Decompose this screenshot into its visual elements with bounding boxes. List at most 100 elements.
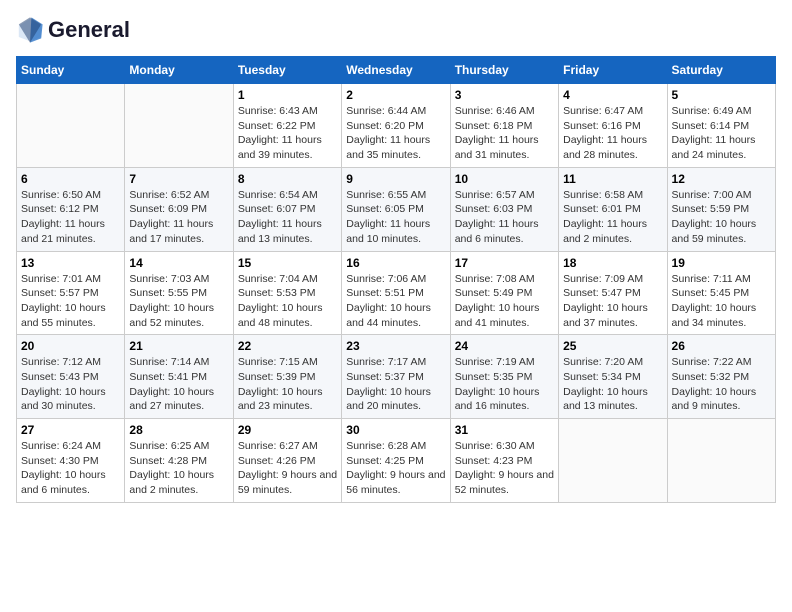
calendar-cell: 24 Sunrise: 7:19 AM Sunset: 5:35 PM Dayli… [450,335,558,419]
day-info: Sunrise: 6:43 AM Sunset: 6:22 PM Dayligh… [238,104,337,163]
day-info: Sunrise: 6:46 AM Sunset: 6:18 PM Dayligh… [455,104,554,163]
calendar-cell: 2 Sunrise: 6:44 AM Sunset: 6:20 PM Daylig… [342,84,450,168]
calendar-cell: 3 Sunrise: 6:46 AM Sunset: 6:18 PM Daylig… [450,84,558,168]
day-info: Sunrise: 6:28 AM Sunset: 4:25 PM Dayligh… [346,439,445,498]
day-number: 1 [238,88,337,102]
col-header-saturday: Saturday [667,57,775,84]
day-info: Sunrise: 7:15 AM Sunset: 5:39 PM Dayligh… [238,355,337,414]
calendar-cell: 13 Sunrise: 7:01 AM Sunset: 5:57 PM Dayli… [17,251,125,335]
day-info: Sunrise: 7:03 AM Sunset: 5:55 PM Dayligh… [129,272,228,331]
day-number: 15 [238,256,337,270]
day-info: Sunrise: 7:19 AM Sunset: 5:35 PM Dayligh… [455,355,554,414]
day-number: 16 [346,256,445,270]
day-info: Sunrise: 7:11 AM Sunset: 5:45 PM Dayligh… [672,272,771,331]
day-info: Sunrise: 7:06 AM Sunset: 5:51 PM Dayligh… [346,272,445,331]
calendar-cell: 26 Sunrise: 7:22 AM Sunset: 5:32 PM Dayli… [667,335,775,419]
day-number: 6 [21,172,120,186]
calendar-cell: 1 Sunrise: 6:43 AM Sunset: 6:22 PM Daylig… [233,84,341,168]
day-info: Sunrise: 7:09 AM Sunset: 5:47 PM Dayligh… [563,272,662,331]
calendar-cell: 4 Sunrise: 6:47 AM Sunset: 6:16 PM Daylig… [559,84,667,168]
day-info: Sunrise: 7:00 AM Sunset: 5:59 PM Dayligh… [672,188,771,247]
col-header-wednesday: Wednesday [342,57,450,84]
day-number: 27 [21,423,120,437]
day-number: 17 [455,256,554,270]
day-number: 14 [129,256,228,270]
day-number: 28 [129,423,228,437]
day-info: Sunrise: 6:47 AM Sunset: 6:16 PM Dayligh… [563,104,662,163]
day-info: Sunrise: 6:54 AM Sunset: 6:07 PM Dayligh… [238,188,337,247]
day-info: Sunrise: 6:24 AM Sunset: 4:30 PM Dayligh… [21,439,120,498]
calendar-cell: 30 Sunrise: 6:28 AM Sunset: 4:25 PM Dayli… [342,419,450,503]
day-info: Sunrise: 7:04 AM Sunset: 5:53 PM Dayligh… [238,272,337,331]
day-info: Sunrise: 6:52 AM Sunset: 6:09 PM Dayligh… [129,188,228,247]
day-number: 23 [346,339,445,353]
day-info: Sunrise: 6:57 AM Sunset: 6:03 PM Dayligh… [455,188,554,247]
day-number: 9 [346,172,445,186]
col-header-thursday: Thursday [450,57,558,84]
calendar-cell: 8 Sunrise: 6:54 AM Sunset: 6:07 PM Daylig… [233,167,341,251]
calendar-cell: 5 Sunrise: 6:49 AM Sunset: 6:14 PM Daylig… [667,84,775,168]
calendar-cell: 23 Sunrise: 7:17 AM Sunset: 5:37 PM Dayli… [342,335,450,419]
day-info: Sunrise: 6:49 AM Sunset: 6:14 PM Dayligh… [672,104,771,163]
day-number: 12 [672,172,771,186]
day-info: Sunrise: 6:44 AM Sunset: 6:20 PM Dayligh… [346,104,445,163]
calendar-cell [125,84,233,168]
day-number: 2 [346,88,445,102]
day-number: 31 [455,423,554,437]
day-number: 24 [455,339,554,353]
calendar-cell: 16 Sunrise: 7:06 AM Sunset: 5:51 PM Dayli… [342,251,450,335]
page-header: General [16,16,776,44]
day-info: Sunrise: 7:17 AM Sunset: 5:37 PM Dayligh… [346,355,445,414]
day-number: 4 [563,88,662,102]
logo-text: General [48,18,130,42]
calendar-cell [667,419,775,503]
day-info: Sunrise: 7:12 AM Sunset: 5:43 PM Dayligh… [21,355,120,414]
day-number: 3 [455,88,554,102]
week-row-5: 27 Sunrise: 6:24 AM Sunset: 4:30 PM Dayli… [17,419,776,503]
logo: General [16,16,130,44]
calendar-cell: 19Sunrise: 7:11 AM Sunset: 5:45 PM Dayli… [667,251,775,335]
calendar-cell: 21Sunrise: 7:14 AM Sunset: 5:41 PM Dayli… [125,335,233,419]
day-number: 13 [21,256,120,270]
day-info: Sunrise: 7:01 AM Sunset: 5:57 PM Dayligh… [21,272,120,331]
day-info: Sunrise: 7:20 AM Sunset: 5:34 PM Dayligh… [563,355,662,414]
calendar-cell: 17 Sunrise: 7:08 AM Sunset: 5:49 PM Dayli… [450,251,558,335]
calendar-cell: 10 Sunrise: 6:57 AM Sunset: 6:03 PM Dayli… [450,167,558,251]
calendar-cell: 14 Sunrise: 7:03 AM Sunset: 5:55 PM Dayli… [125,251,233,335]
day-info: Sunrise: 6:27 AM Sunset: 4:26 PM Dayligh… [238,439,337,498]
day-number: 29 [238,423,337,437]
day-number: 25 [563,339,662,353]
col-header-friday: Friday [559,57,667,84]
day-info: Sunrise: 6:30 AM Sunset: 4:23 PM Dayligh… [455,439,554,498]
day-number: 30 [346,423,445,437]
calendar-table: SundayMondayTuesdayWednesdayThursdayFrid… [16,56,776,503]
day-number: 21 [129,339,228,353]
day-number: 11 [563,172,662,186]
day-number: 22 [238,339,337,353]
day-number: 10 [455,172,554,186]
calendar-cell: 6 Sunrise: 6:50 AM Sunset: 6:12 PM Daylig… [17,167,125,251]
calendar-cell: 11Sunrise: 6:58 AM Sunset: 6:01 PM Dayli… [559,167,667,251]
col-header-tuesday: Tuesday [233,57,341,84]
day-info: Sunrise: 7:08 AM Sunset: 5:49 PM Dayligh… [455,272,554,331]
calendar-cell: 18Sunrise: 7:09 AM Sunset: 5:47 PM Dayli… [559,251,667,335]
calendar-cell [559,419,667,503]
week-row-3: 13 Sunrise: 7:01 AM Sunset: 5:57 PM Dayli… [17,251,776,335]
day-number: 26 [672,339,771,353]
calendar-cell: 7Sunrise: 6:52 AM Sunset: 6:09 PM Daylig… [125,167,233,251]
day-info: Sunrise: 6:50 AM Sunset: 6:12 PM Dayligh… [21,188,120,247]
week-row-4: 20Sunrise: 7:12 AM Sunset: 5:43 PM Dayli… [17,335,776,419]
day-info: Sunrise: 6:25 AM Sunset: 4:28 PM Dayligh… [129,439,228,498]
week-row-1: 1 Sunrise: 6:43 AM Sunset: 6:22 PM Daylig… [17,84,776,168]
day-number: 5 [672,88,771,102]
calendar-cell: 15 Sunrise: 7:04 AM Sunset: 5:53 PM Dayli… [233,251,341,335]
col-header-monday: Monday [125,57,233,84]
calendar-cell: 29 Sunrise: 6:27 AM Sunset: 4:26 PM Dayli… [233,419,341,503]
day-info: Sunrise: 7:22 AM Sunset: 5:32 PM Dayligh… [672,355,771,414]
week-row-2: 6 Sunrise: 6:50 AM Sunset: 6:12 PM Daylig… [17,167,776,251]
day-info: Sunrise: 6:55 AM Sunset: 6:05 PM Dayligh… [346,188,445,247]
day-number: 8 [238,172,337,186]
calendar-cell: 28 Sunrise: 6:25 AM Sunset: 4:28 PM Dayli… [125,419,233,503]
calendar-cell: 25 Sunrise: 7:20 AM Sunset: 5:34 PM Dayli… [559,335,667,419]
logo-icon [16,16,44,44]
